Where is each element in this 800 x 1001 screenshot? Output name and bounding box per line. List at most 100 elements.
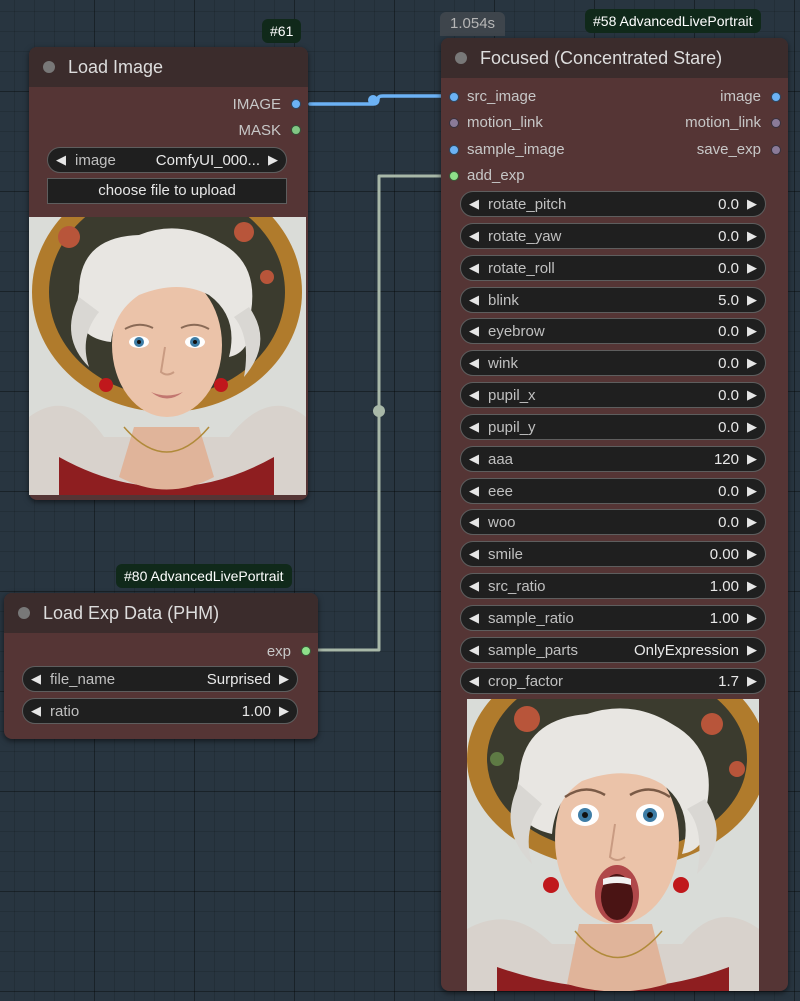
output-slot-dot[interactable] [771,145,781,155]
decrement-arrow-icon[interactable]: ◀ [469,483,479,499]
input-slot-dot[interactable] [449,145,459,155]
widget-value: Surprised [206,671,271,688]
decrement-arrow-icon[interactable]: ◀ [469,673,479,689]
decrement-arrow-icon[interactable]: ◀ [469,451,479,467]
node-header[interactable]: Load Image [29,47,308,87]
output-slot-dot[interactable] [301,646,311,656]
decrement-arrow-icon[interactable]: ◀ [469,196,479,212]
image-combo-widget[interactable]: ◀ image ComfyUI_000... ▶ [47,147,287,173]
advanced-live-portrait-node[interactable]: Focused (Concentrated Stare) src_image m… [441,38,788,991]
rotate-yaw-widget[interactable]: ◀ rotate_yaw 0.0 ▶ [460,223,766,249]
eyebrow-widget[interactable]: ◀ eyebrow 0.0 ▶ [460,318,766,344]
decrement-arrow-icon[interactable]: ◀ [56,152,66,168]
node-title: Focused (Concentrated Stare) [480,47,723,68]
woo-widget[interactable]: ◀ woo 0.0 ▶ [460,509,766,535]
wink-widget[interactable]: ◀ wink 0.0 ▶ [460,350,766,376]
decrement-arrow-icon[interactable]: ◀ [469,578,479,594]
rotate-pitch-widget[interactable]: ◀ rotate_pitch 0.0 ▶ [460,191,766,217]
decrement-arrow-icon[interactable]: ◀ [469,260,479,276]
increment-arrow-icon[interactable]: ▶ [747,355,757,371]
increment-arrow-icon[interactable]: ▶ [747,228,757,244]
widget-value: 1.00 [241,703,271,720]
increment-arrow-icon[interactable]: ▶ [279,671,289,687]
widget-label: pupil_x [488,387,536,404]
decrement-arrow-icon[interactable]: ◀ [469,610,479,626]
increment-arrow-icon[interactable]: ▶ [268,152,278,168]
node-collapse-dot[interactable] [18,607,30,619]
decrement-arrow-icon[interactable]: ◀ [469,546,479,562]
decrement-arrow-icon[interactable]: ◀ [31,703,41,719]
image-link-wire [308,94,450,106]
widget-label: sample_ratio [488,610,574,627]
increment-arrow-icon[interactable]: ▶ [747,419,757,435]
decrement-arrow-icon[interactable]: ◀ [469,228,479,244]
decrement-arrow-icon[interactable]: ◀ [469,514,479,530]
increment-arrow-icon[interactable]: ▶ [747,483,757,499]
node-id-badge: #61 [262,19,302,43]
widget-label: smile [488,546,524,563]
rotate-roll-widget[interactable]: ◀ rotate_roll 0.0 ▶ [460,255,766,281]
link-reroute-dot[interactable] [373,405,385,417]
output-slot-dot[interactable] [771,92,781,102]
increment-arrow-icon[interactable]: ▶ [747,196,757,212]
decrement-arrow-icon[interactable]: ◀ [469,419,479,435]
output-image-preview [467,699,759,991]
widget-label: src_ratio [488,578,546,595]
decrement-arrow-icon[interactable]: ◀ [469,642,479,658]
decrement-arrow-icon[interactable]: ◀ [469,292,479,308]
decrement-arrow-icon[interactable]: ◀ [469,387,479,403]
eee-widget[interactable]: ◀ eee 0.0 ▶ [460,478,766,504]
increment-arrow-icon[interactable]: ▶ [747,546,757,562]
upload-button[interactable]: choose file to upload [47,178,287,204]
ratio-number-widget[interactable]: ◀ ratio 1.00 ▶ [22,698,298,724]
node-id-badge: #58 AdvancedLivePortrait [585,9,761,33]
crop-factor-widget[interactable]: ◀ crop_factor 1.7 ▶ [460,668,766,694]
increment-arrow-icon[interactable]: ▶ [747,260,757,276]
widget-value: 0.0 [718,419,739,436]
widget-label: rotate_roll [488,260,555,277]
link-reroute-dot[interactable] [368,95,378,105]
node-header[interactable]: Focused (Concentrated Stare) [441,38,788,78]
smile-widget[interactable]: ◀ smile 0.00 ▶ [460,541,766,567]
load-exp-data-node[interactable]: Load Exp Data (PHM) exp ◀ file_name Surp… [4,593,318,739]
sample-parts-combo-widget[interactable]: ◀ sample_parts OnlyExpression ▶ [460,637,766,663]
increment-arrow-icon[interactable]: ▶ [747,610,757,626]
input-slot-dot[interactable] [449,118,459,128]
widget-value: ComfyUI_000... [155,152,260,169]
aaa-widget[interactable]: ◀ aaa 120 ▶ [460,446,766,472]
increment-arrow-icon[interactable]: ▶ [747,387,757,403]
pupil-y-widget[interactable]: ◀ pupil_y 0.0 ▶ [460,414,766,440]
node-header[interactable]: Load Exp Data (PHM) [4,593,318,633]
src-ratio-widget[interactable]: ◀ src_ratio 1.00 ▶ [460,573,766,599]
node-collapse-dot[interactable] [455,52,467,64]
input-slot-dot[interactable] [449,171,459,181]
increment-arrow-icon[interactable]: ▶ [747,292,757,308]
increment-arrow-icon[interactable]: ▶ [747,323,757,339]
increment-arrow-icon[interactable]: ▶ [747,642,757,658]
node-title: Load Image [68,56,164,77]
blink-widget[interactable]: ◀ blink 5.0 ▶ [460,287,766,313]
increment-arrow-icon[interactable]: ▶ [279,703,289,719]
widget-label: woo [488,514,516,531]
load-image-node[interactable]: Load Image IMAGE MASK ◀ image ComfyUI_00… [29,47,308,500]
input-slot-label: sample_image [467,141,565,158]
increment-arrow-icon[interactable]: ▶ [747,451,757,467]
output-slot-dot[interactable] [291,125,301,135]
widget-value: 1.7 [718,673,739,690]
widget-value: 0.0 [718,483,739,500]
increment-arrow-icon[interactable]: ▶ [747,578,757,594]
increment-arrow-icon[interactable]: ▶ [747,514,757,530]
decrement-arrow-icon[interactable]: ◀ [31,671,41,687]
output-slot-dot[interactable] [771,118,781,128]
pupil-x-widget[interactable]: ◀ pupil_x 0.0 ▶ [460,382,766,408]
decrement-arrow-icon[interactable]: ◀ [469,323,479,339]
sample-ratio-widget[interactable]: ◀ sample_ratio 1.00 ▶ [460,605,766,631]
file-name-combo-widget[interactable]: ◀ file_name Surprised ▶ [22,666,298,692]
increment-arrow-icon[interactable]: ▶ [747,673,757,689]
input-slot-dot[interactable] [449,92,459,102]
widget-value: 1.00 [709,578,739,595]
output-slot-dot[interactable] [291,99,301,109]
decrement-arrow-icon[interactable]: ◀ [469,355,479,371]
output-slot-label: MASK [238,122,281,139]
node-collapse-dot[interactable] [43,61,55,73]
